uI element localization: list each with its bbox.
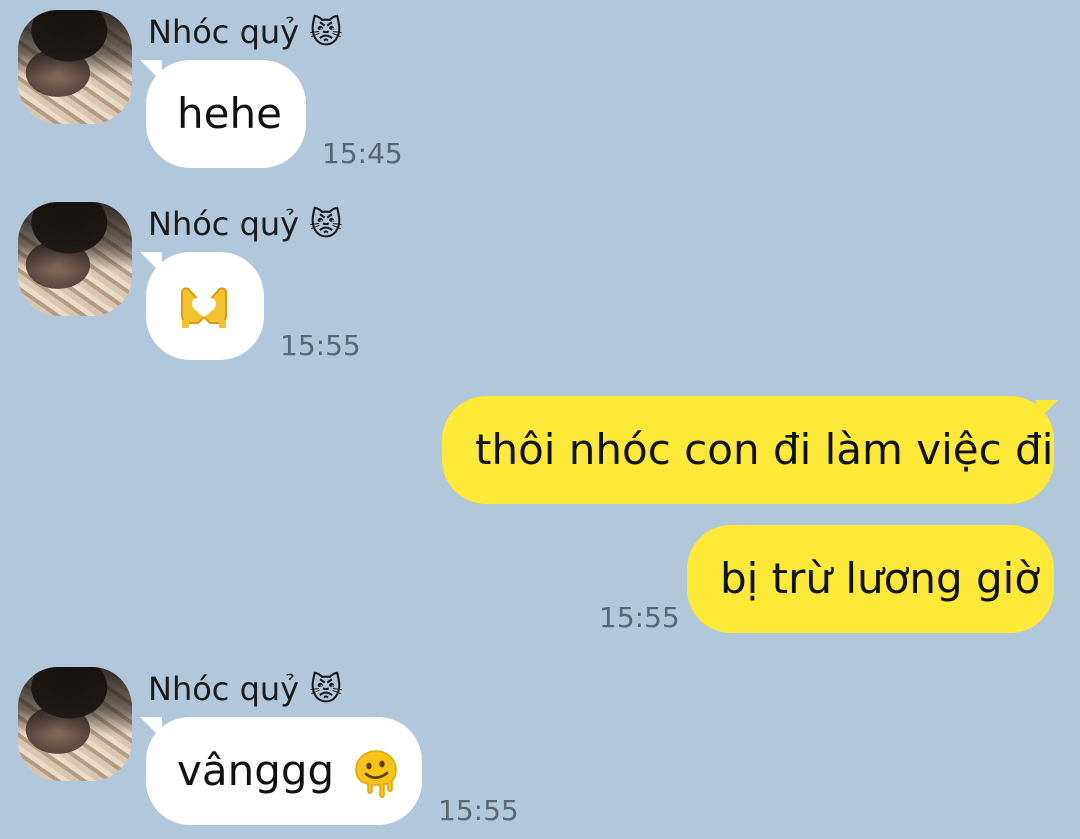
message-text: thôi nhóc con đi làm việc đi	[475, 425, 1054, 474]
message-bubble[interactable]: bị trừ lương giờ	[687, 525, 1054, 633]
message-bubble[interactable]: thôi nhóc con đi làm việc đi	[442, 396, 1054, 504]
message-time: 15:45	[322, 137, 403, 170]
pouting-cat-icon: 😾	[309, 205, 343, 243]
message-time: 15:55	[280, 329, 361, 362]
message-text: vânggg	[177, 746, 335, 795]
sticker-bubble[interactable]	[146, 252, 264, 360]
message-text: hehe	[177, 89, 282, 138]
sender-name-text: Nhóc quỷ	[148, 205, 300, 243]
pouting-cat-icon: 😾	[309, 13, 343, 51]
sender-name-text: Nhóc quỷ	[148, 13, 300, 51]
heart-hands-icon	[178, 286, 230, 328]
sender-name: Nhóc quỷ 😾	[148, 669, 343, 709]
message-text: bị trừ lương giờ	[720, 554, 1041, 603]
sender-name: Nhóc quỷ 😾	[148, 204, 343, 244]
sender-name-text: Nhóc quỷ	[148, 670, 300, 708]
message-time: 15:55	[599, 601, 680, 634]
message-bubble[interactable]: vânggg	[146, 717, 422, 825]
pouting-cat-icon: 😾	[309, 670, 343, 708]
avatar[interactable]	[18, 10, 132, 124]
melting-face-icon	[354, 749, 398, 799]
avatar[interactable]	[18, 202, 132, 316]
message-time: 15:55	[438, 794, 519, 827]
sender-name: Nhóc quỷ 😾	[148, 12, 343, 52]
avatar[interactable]	[18, 667, 132, 781]
message-bubble[interactable]: hehe	[146, 60, 306, 168]
